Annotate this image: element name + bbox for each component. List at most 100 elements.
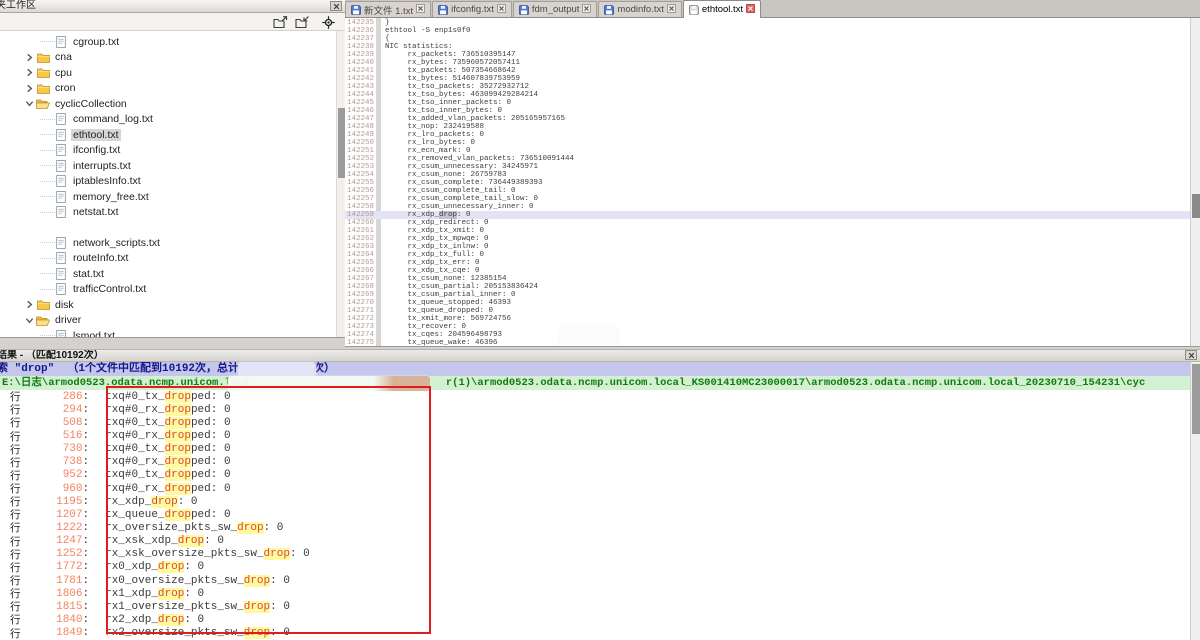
expand-all-button[interactable]: [271, 15, 289, 29]
editor-line[interactable]: 142251 rx_ecn_mark: 0: [345, 147, 1190, 155]
editor-line[interactable]: 142250 rx_lro_bytes: 0: [345, 139, 1190, 147]
results-close-button[interactable]: [1185, 350, 1197, 360]
editor-line[interactable]: 142235}: [345, 19, 1190, 27]
tab-label: modinfo.txt: [617, 4, 663, 15]
chevron-down-icon[interactable]: [25, 99, 34, 108]
tree-scrollbar[interactable]: [336, 31, 345, 337]
tree-item-driver[interactable]: driver: [0, 313, 336, 329]
tree-item-memory_free.txt[interactable]: memory_free.txt: [0, 189, 336, 205]
tree-item-network_scripts.txt[interactable]: network_scripts.txt: [0, 235, 336, 251]
editor-line[interactable]: 142256 rx_csum_complete_tail: 0: [345, 187, 1190, 195]
editor-line[interactable]: 142244 tx_tso_bytes: 463099429284214: [345, 91, 1190, 99]
tree-item-routeInfo.txt[interactable]: routeInfo.txt: [0, 251, 336, 267]
line-text: {: [385, 35, 390, 43]
row-colon: :: [83, 522, 90, 534]
tab-ifconfig.txt[interactable]: ifconfig.txt: [432, 1, 512, 17]
workspace-close-button[interactable]: [330, 1, 342, 11]
editor-line[interactable]: 142243 tx_tso_packets: 35272932712: [345, 83, 1190, 91]
editor-line[interactable]: 142272 tx_xmit_more: 569724756: [345, 315, 1190, 323]
editor-line[interactable]: 142239 rx_packets: 736510395147: [345, 51, 1190, 59]
editor-scrollbar[interactable]: [1190, 18, 1200, 347]
editor-line[interactable]: 142264 rx_xdp_tx_full: 0: [345, 251, 1190, 259]
editor-line[interactable]: 142270 tx_queue_stopped: 46393: [345, 299, 1190, 307]
results-scrollbar-thumb[interactable]: [1192, 364, 1200, 434]
tab--1.txt[interactable]: 新文件 1.txt: [345, 1, 431, 17]
line-text: rx_removed_vlan_packets: 736510091444: [385, 155, 574, 163]
tab-close-button[interactable]: [497, 4, 506, 16]
tree-item-cpu[interactable]: cpu: [0, 65, 336, 81]
tab-modinfo.txt[interactable]: modinfo.txt: [598, 1, 681, 17]
editor-line[interactable]: 142252 rx_removed_vlan_packets: 73651009…: [345, 155, 1190, 163]
tree-item-disk[interactable]: disk: [0, 297, 336, 313]
editor-line[interactable]: 142246 tx_tso_inner_bytes: 0: [345, 107, 1190, 115]
chevron-right-icon[interactable]: [25, 84, 34, 93]
editor-lines[interactable]: 142235}142236ethtool -S enp1s0f0142237{1…: [345, 19, 1190, 347]
results-scrollbar[interactable]: [1190, 362, 1200, 640]
editor-line[interactable]: 142238NIC statistics:: [345, 43, 1190, 51]
editor-line[interactable]: 142269 tx_csum_partial_inner: 0: [345, 291, 1190, 299]
editor-line[interactable]: 142273 tx_recover: 0: [345, 323, 1190, 331]
chevron-right-icon[interactable]: [25, 53, 34, 62]
collapse-all-button[interactable]: [293, 15, 311, 29]
chevron-right-icon[interactable]: [25, 68, 34, 77]
document-icon: [56, 129, 66, 141]
editor-line[interactable]: 142265 rx_xdp_tx_err: 0: [345, 259, 1190, 267]
editor-line[interactable]: 142260 rx_xdp_redirect: 0: [345, 219, 1190, 227]
editor-line[interactable]: 142236ethtool -S enp1s0f0: [345, 27, 1190, 35]
editor-line[interactable]: 142240 rx_bytes: 735960572057411: [345, 59, 1190, 67]
chevron-down-icon[interactable]: [25, 316, 34, 325]
search-summary-line[interactable]: 搜索 "drop" （1个文件中匹配到10192次，总计次）: [0, 362, 1200, 376]
line-number: 142248: [347, 123, 374, 131]
editor-line[interactable]: 142268 tx_csum_partial: 205153836424: [345, 283, 1190, 291]
line-text: rx_ecn_mark: 0: [385, 147, 471, 155]
editor-line[interactable]: 142258 rx_csum_unnecessary_inner: 0: [345, 203, 1190, 211]
line-text: rx_xdp_drop: 0: [385, 211, 471, 219]
editor-line[interactable]: 142241 tx_packets: 507354668642: [345, 67, 1190, 75]
tree-item-cna[interactable]: cna: [0, 50, 336, 66]
editor-line[interactable]: 142263 rx_xdp_tx_inlnw: 0: [345, 243, 1190, 251]
editor-line[interactable]: 142253 rx_csum_unnecessary: 34245971: [345, 163, 1190, 171]
editor-line[interactable]: 142242 tx_bytes: 514607839753959: [345, 75, 1190, 83]
chevron-right-icon[interactable]: [25, 300, 34, 309]
folder-icon: [37, 52, 50, 63]
editor-line[interactable]: 142275 tx_queue_wake: 46396: [345, 339, 1190, 347]
tree-item-ifconfig.txt[interactable]: ifconfig.txt: [0, 143, 336, 159]
tree-item-interrupts.txt[interactable]: interrupts.txt: [0, 158, 336, 174]
editor-line[interactable]: 142255 rx_csum_complete: 736449389393: [345, 179, 1190, 187]
editor-line-current[interactable]: 142259 rx_xdp_drop: 0: [345, 211, 1190, 219]
tree-item-lsmod.txt[interactable]: lsmod.txt: [0, 328, 336, 337]
line-number: 142275: [347, 339, 374, 347]
editor-line[interactable]: 142274 tx_cqes: 204596498793: [345, 331, 1190, 339]
tab-close-button[interactable]: [746, 4, 755, 16]
tree-item-iptablesInfo.txt[interactable]: iptablesInfo.txt: [0, 174, 336, 190]
editor-pane[interactable]: 142235}142236ethtool -S enp1s0f0142237{1…: [345, 18, 1200, 347]
tree-item-cron[interactable]: cron: [0, 81, 336, 97]
tree-item-command_log.txt[interactable]: command_log.txt: [0, 112, 336, 128]
tree-item-netstat.txt[interactable]: netstat.txt: [0, 205, 336, 221]
tab-close-button[interactable]: [582, 4, 591, 16]
editor-line[interactable]: 142271 tx_queue_dropped: 0: [345, 307, 1190, 315]
tab-close-button[interactable]: [416, 4, 425, 16]
editor-line[interactable]: 142247 tx_added_vlan_packets: 2051659571…: [345, 115, 1190, 123]
editor-line[interactable]: 142257 rx_csum_complete_tail_slow: 0: [345, 195, 1190, 203]
tab-close-button[interactable]: [667, 4, 676, 16]
tree-item-ethtool.txt[interactable]: ethtool.txt: [0, 127, 336, 143]
editor-line[interactable]: 142237{: [345, 35, 1190, 43]
editor-line[interactable]: 142254 rx_csum_none: 26759783: [345, 171, 1190, 179]
editor-line[interactable]: 142245 tx_tso_inner_packets: 0: [345, 99, 1190, 107]
editor-line[interactable]: 142249 rx_lro_packets: 0: [345, 131, 1190, 139]
tree-item-cgroup.txt[interactable]: cgroup.txt: [0, 34, 336, 50]
tab-ethtool.txt[interactable]: ethtool.txt: [683, 0, 761, 18]
editor-line[interactable]: 142266 rx_xdp_tx_cqe: 0: [345, 267, 1190, 275]
editor-line[interactable]: 142248 tx_nop: 232419588: [345, 123, 1190, 131]
locate-current-file-button[interactable]: [319, 15, 337, 29]
editor-line[interactable]: 142267 tx_csum_none: 12385154: [345, 275, 1190, 283]
tree-item-stat.txt[interactable]: stat.txt: [0, 266, 336, 282]
tree-item-trafficControl.txt[interactable]: trafficControl.txt: [0, 282, 336, 298]
editor-line[interactable]: 142262 rx_xdp_tx_mpwqe: 0: [345, 235, 1190, 243]
tree-scrollbar-thumb[interactable]: [338, 108, 345, 178]
editor-scrollbar-thumb[interactable]: [1192, 194, 1200, 218]
editor-line[interactable]: 142261 rx_xdp_tx_xmit: 0: [345, 227, 1190, 235]
tree-item-cyclicCollection[interactable]: cyclicCollection: [0, 96, 336, 112]
tab-fdm_output[interactable]: fdm_output: [513, 1, 598, 17]
